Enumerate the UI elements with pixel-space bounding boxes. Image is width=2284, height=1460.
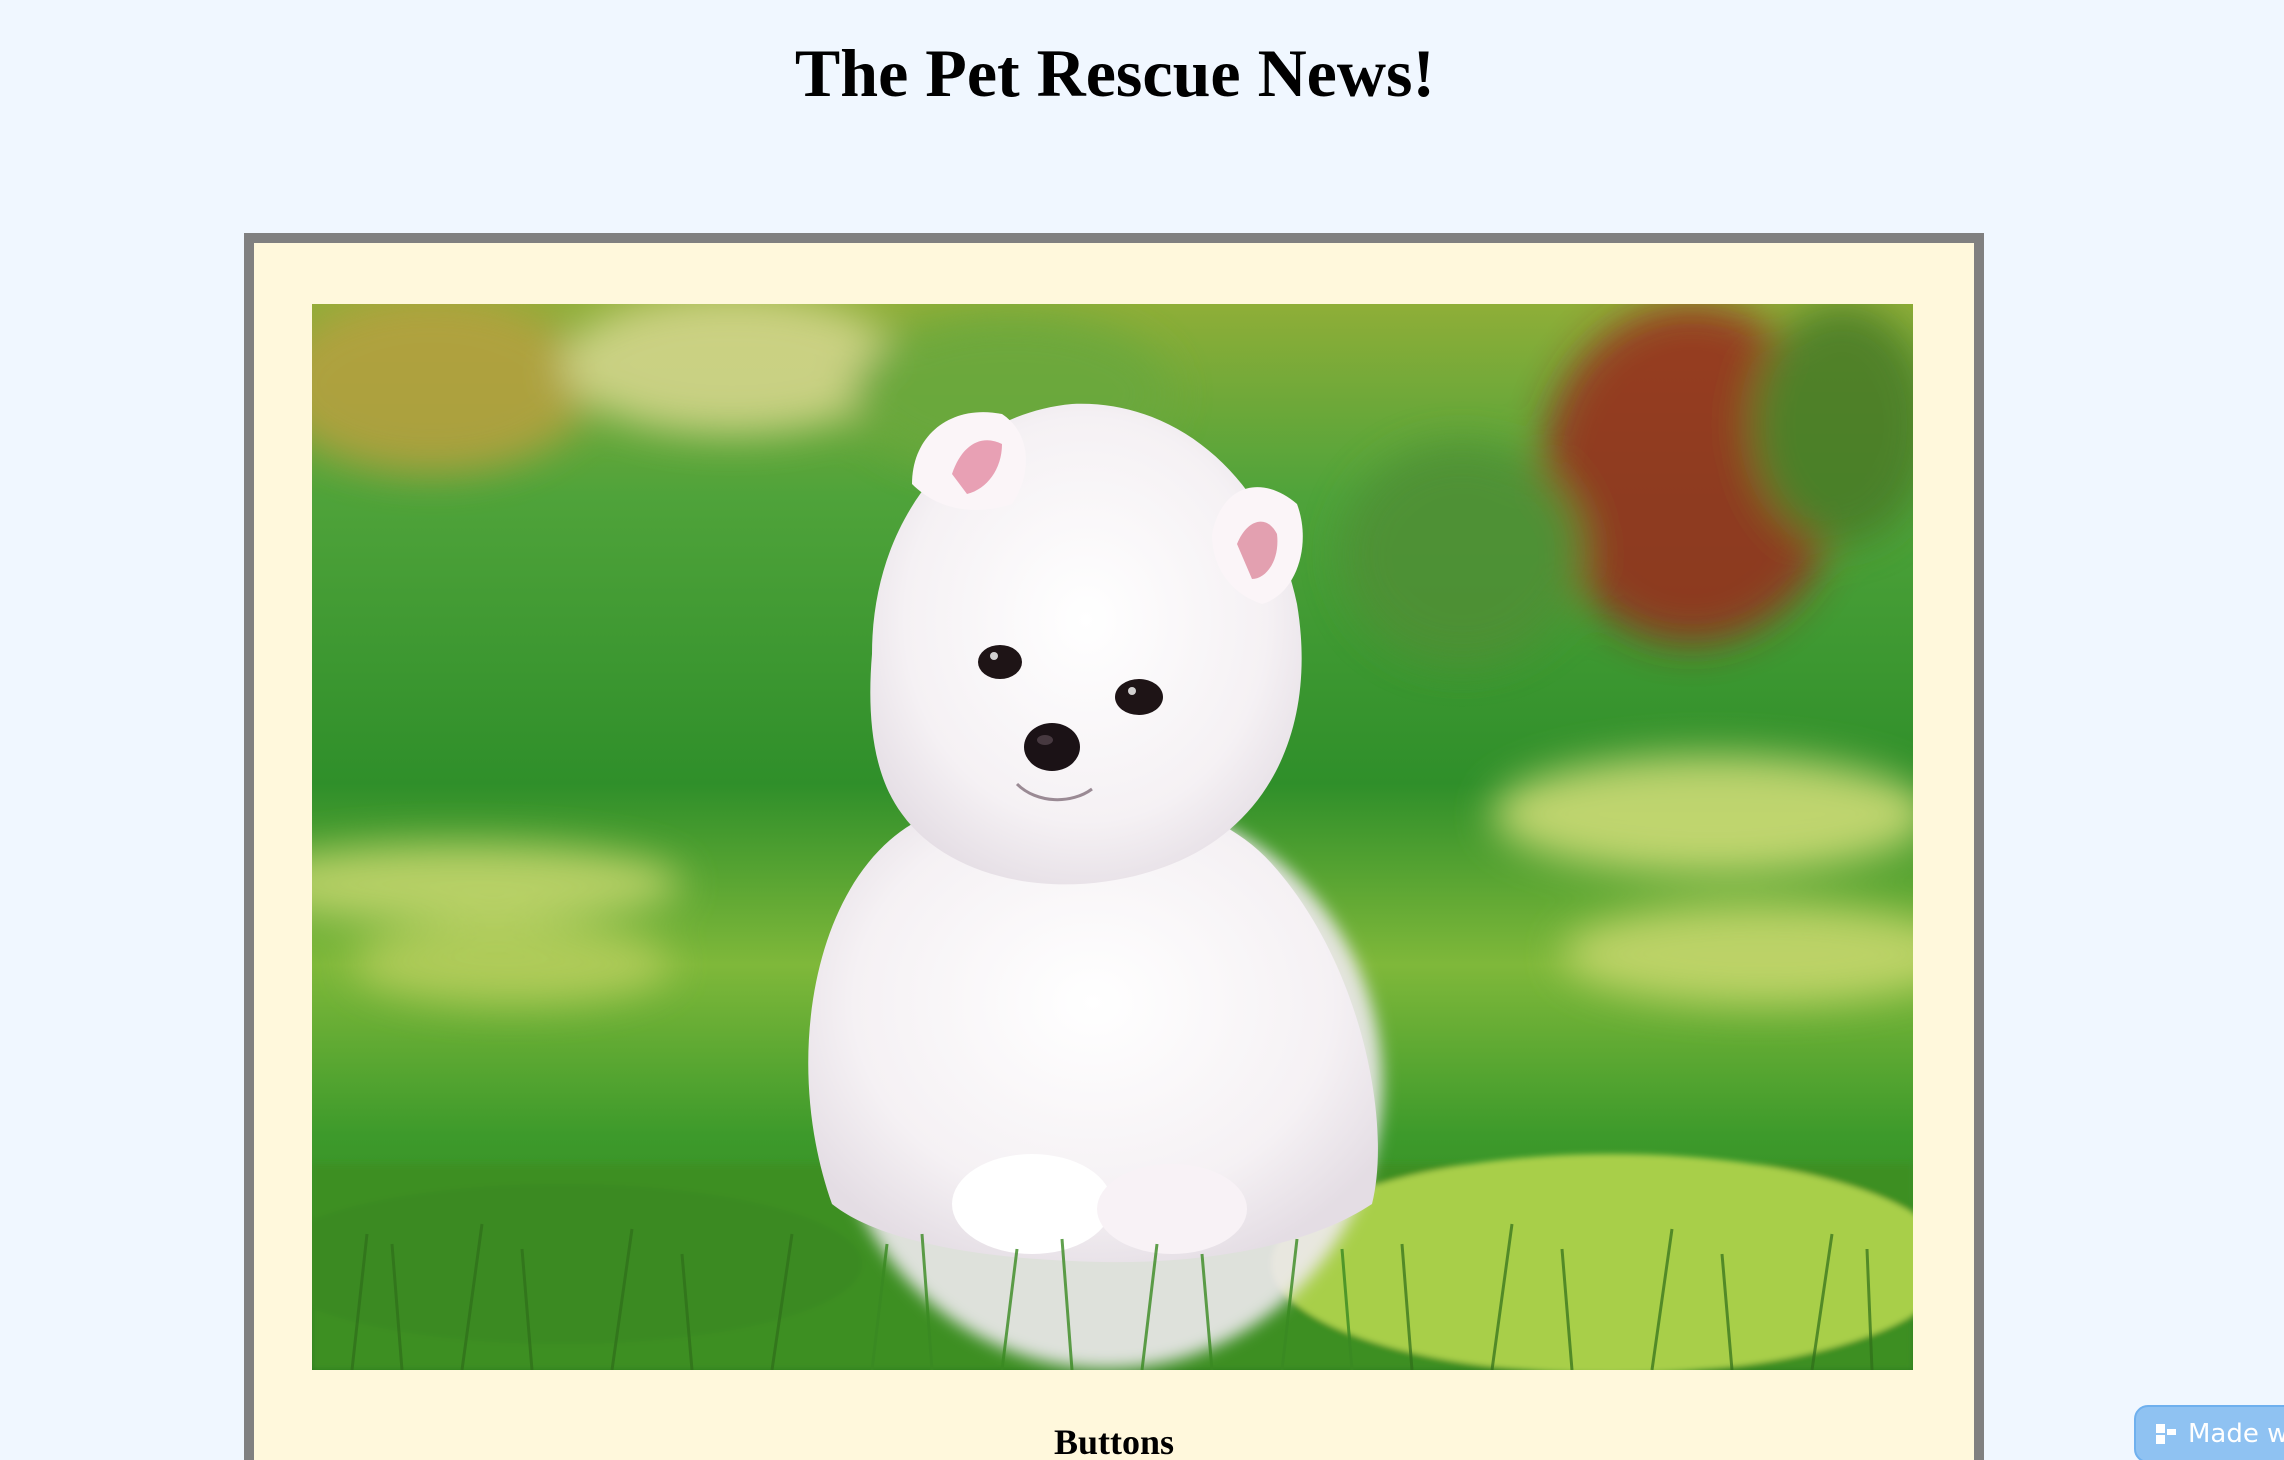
made-with-label: Made w <box>2188 1419 2284 1449</box>
puppy-photo <box>312 304 1913 1370</box>
editor-logo-icon <box>2154 1422 2178 1446</box>
made-with-badge[interactable]: Made w <box>2134 1405 2284 1460</box>
section-heading-buttons: Buttons <box>1053 1422 1175 1460</box>
page-title: The Pet Rescue News! <box>794 35 1436 111</box>
news-card: Buttons <box>244 233 1984 1460</box>
